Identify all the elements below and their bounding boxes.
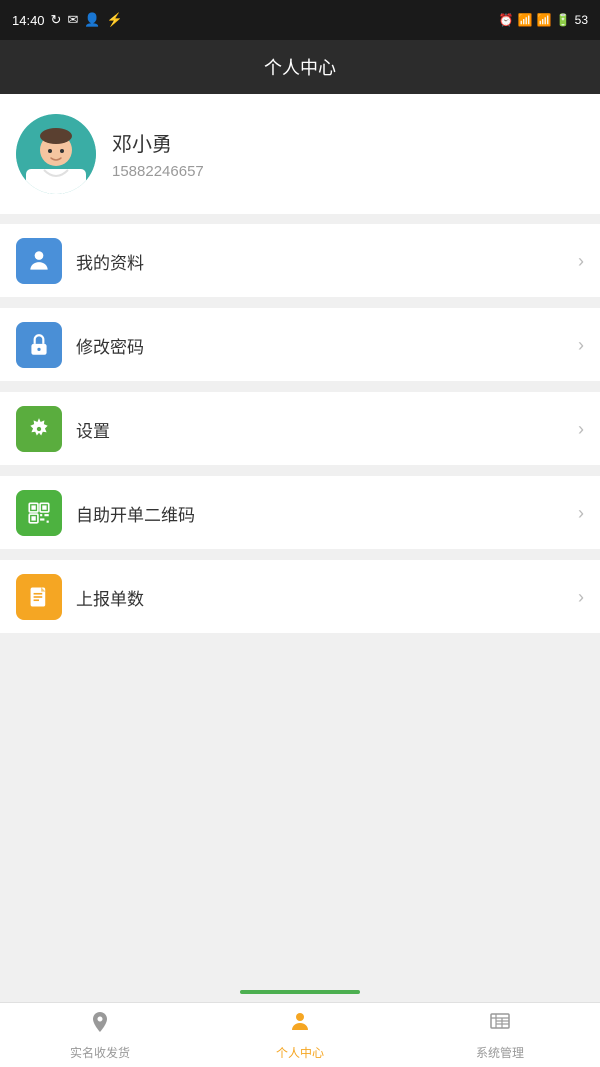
- nav-system-label: 系统管理: [476, 1044, 524, 1061]
- status-right: ⏰ 📶 📶 🔋 53: [499, 13, 588, 27]
- page-title: 个人中心: [264, 58, 336, 78]
- profile-name: 邓小勇: [112, 128, 204, 157]
- settings-icon: [16, 406, 62, 452]
- wifi-icon: 📶: [518, 13, 533, 27]
- section-divider-1: [0, 214, 600, 224]
- profile-phone: 15882246657: [112, 163, 204, 180]
- alarm-icon: ⏰: [499, 13, 514, 27]
- settings-label: 设置: [76, 417, 564, 442]
- section-divider-4: [0, 466, 600, 476]
- status-bar: 14:40 ↻ ✉ 👤 ⚡ ⏰ 📶 📶 🔋 53: [0, 0, 600, 40]
- my-profile-icon: [16, 238, 62, 284]
- chevron-right-icon: ›: [578, 587, 584, 608]
- person-icon: 👤: [84, 12, 100, 28]
- profile-info: 邓小勇 15882246657: [112, 128, 204, 180]
- menu-item-my-profile[interactable]: 我的资料 ›: [0, 224, 600, 298]
- battery-icon: 🔋: [556, 13, 571, 27]
- profile-section: 邓小勇 15882246657: [0, 94, 600, 214]
- signal-icon: 📶: [537, 13, 552, 27]
- avatar-image: [16, 114, 96, 194]
- menu-item-settings[interactable]: 设置 ›: [0, 392, 600, 466]
- person-active-icon: [288, 1010, 312, 1040]
- menu-item-qrcode[interactable]: 自助开单二维码 ›: [0, 476, 600, 550]
- avatar: [16, 114, 96, 194]
- chevron-right-icon: ›: [578, 419, 584, 440]
- system-icon: [488, 1010, 512, 1040]
- report-count-icon: [16, 574, 62, 620]
- page-header: 个人中心: [0, 40, 600, 94]
- change-password-icon: [16, 322, 62, 368]
- status-left: 14:40 ↻ ✉ 👤 ⚡: [12, 12, 123, 28]
- nav-shipping-label: 实名收发货: [70, 1044, 130, 1061]
- content-spacer: [0, 634, 600, 1002]
- usb-icon: ⚡: [107, 12, 123, 28]
- email-icon: ✉: [67, 12, 78, 28]
- refresh-icon: ↻: [51, 12, 62, 28]
- nav-personal-label: 个人中心: [276, 1044, 324, 1061]
- chevron-right-icon: ›: [578, 251, 584, 272]
- section-divider-5: [0, 550, 600, 560]
- nav-item-shipping[interactable]: 实名收发货: [0, 1003, 200, 1067]
- change-password-label: 修改密码: [76, 333, 564, 358]
- battery-level: 53: [575, 13, 588, 27]
- section-divider-2: [0, 298, 600, 308]
- menu-item-change-password[interactable]: 修改密码 ›: [0, 308, 600, 382]
- home-indicator: [240, 990, 360, 994]
- qrcode-icon: [16, 490, 62, 536]
- location-icon: [88, 1010, 112, 1040]
- nav-item-personal-center[interactable]: 个人中心: [200, 1003, 400, 1067]
- chevron-right-icon: ›: [578, 335, 584, 356]
- section-divider-3: [0, 382, 600, 392]
- nav-item-system-management[interactable]: 系统管理: [400, 1003, 600, 1067]
- report-count-label: 上报单数: [76, 585, 564, 610]
- my-profile-label: 我的资料: [76, 249, 564, 274]
- chevron-right-icon: ›: [578, 503, 584, 524]
- status-time: 14:40: [12, 13, 45, 28]
- bottom-navigation: 实名收发货 个人中心 系统管理: [0, 1002, 600, 1067]
- qrcode-label: 自助开单二维码: [76, 501, 564, 526]
- menu-item-report-count[interactable]: 上报单数 ›: [0, 560, 600, 634]
